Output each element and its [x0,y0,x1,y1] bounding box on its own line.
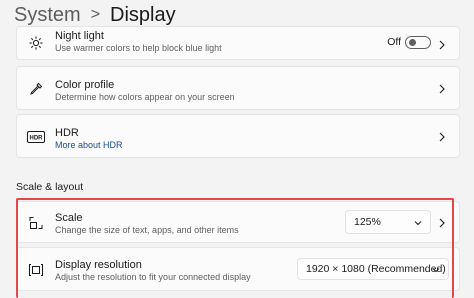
breadcrumb-separator: > [90,6,101,23]
toggle-knob [409,39,416,46]
highlight-box [16,198,454,298]
night-light-subtitle: Use warmer colors to help block blue lig… [55,43,222,53]
night-light-toggle[interactable] [405,36,431,49]
hdr-title: HDR [55,127,79,139]
chevron-right-icon [437,84,447,94]
night-light-card[interactable]: Night light Use warmer colors to help bl… [16,26,460,60]
page-title: Display [110,3,176,26]
hdr-icon: HDR [27,128,45,146]
color-profile-card[interactable]: Color profile Determine how colors appea… [16,66,460,110]
breadcrumb-parent[interactable]: System [14,4,81,27]
hdr-icon-text: HDR [30,136,44,142]
brightness-icon [27,34,45,52]
eyedropper-icon [27,80,45,98]
chevron-right-icon [437,40,447,50]
chevron-right-icon [437,132,447,142]
color-profile-subtitle: Determine how colors appear on your scre… [55,92,235,102]
hdr-card[interactable]: HDR HDR More about HDR [16,114,460,158]
night-light-toggle-label: Off [387,36,401,48]
section-title-scale-layout: Scale & layout [16,181,84,193]
color-profile-title: Color profile [55,79,115,91]
hdr-more-link[interactable]: More about HDR [55,140,123,150]
night-light-title: Night light [55,30,104,42]
